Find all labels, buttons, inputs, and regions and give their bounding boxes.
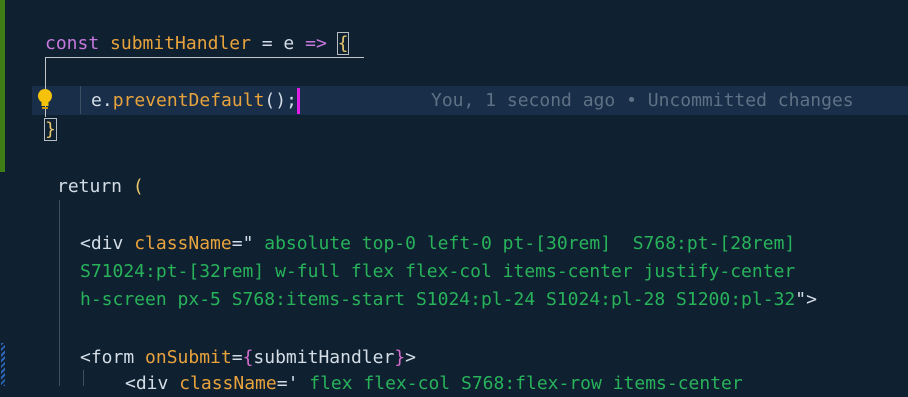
code-line-7[interactable]: h-screen px-5 S768:items-start S1024:pl-… — [80, 287, 817, 313]
code-line-4[interactable]: return ( — [57, 174, 144, 200]
jsx-tag-close: "> — [795, 289, 817, 310]
attr-eq: =" — [231, 233, 254, 254]
bracket-pair-guide-top — [45, 57, 364, 58]
code-line-3[interactable]: } — [44, 117, 57, 143]
jsx-div-open: <div — [125, 373, 180, 394]
code-line-1[interactable]: const submitHandler = e => { — [45, 31, 350, 57]
jsx-brace-close: } — [394, 347, 406, 368]
keyword-const: const — [45, 33, 100, 54]
indent-guide — [59, 200, 60, 386]
handler-ref: submitHandler — [253, 347, 395, 368]
code-line-5[interactable]: <div className=" absolute top-0 left-0 p… — [80, 231, 795, 257]
open-paren: ( — [132, 176, 144, 197]
jsx-brace-open: { — [242, 347, 254, 368]
git-blame-annotation: You, 1 second ago • Uncommitted changes — [431, 90, 854, 111]
matched-brace-open: { — [336, 32, 350, 55]
jsx-form-open: <form — [80, 347, 146, 368]
call-parens: (); — [264, 90, 297, 111]
code-line-9[interactable]: <div className=' flex flex-col S768:flex… — [125, 371, 743, 397]
code-line-8[interactable]: <form onSubmit={submitHandler}> — [80, 345, 416, 371]
jsx-attr-onsubmit: onSubmit — [145, 347, 232, 368]
arrow-operator: => — [305, 33, 327, 54]
classname-value: absolute top-0 left-0 pt-[30rem] S768:pt… — [253, 233, 796, 254]
indent-guide — [83, 370, 84, 386]
lightbulb-icon[interactable] — [36, 88, 54, 112]
indent-guide — [80, 86, 81, 114]
event-object: e. — [91, 90, 113, 111]
function-name: submitHandler — [110, 33, 251, 54]
code-line-2[interactable]: e.preventDefault(); — [91, 88, 300, 114]
jsx-tag-close: > — [405, 347, 416, 368]
keyword-return: return — [57, 176, 123, 197]
git-change-bar-added[interactable] — [0, 0, 5, 172]
jsx-div-open: <div — [80, 233, 135, 254]
text-cursor — [296, 88, 300, 114]
classname-value-end: h-screen px-5 S768:items-start S1024:pl-… — [80, 289, 796, 310]
git-change-bar-modified[interactable] — [1, 343, 5, 386]
method-name: preventDefault — [112, 90, 265, 111]
assign-text: = e — [250, 33, 306, 54]
jsx-attr-classname: className — [134, 233, 232, 254]
matched-brace-close: } — [44, 118, 57, 141]
attr-eq: =' — [276, 373, 299, 394]
classname-value: flex flex-col S768:flex-row items-center — [298, 373, 743, 394]
attr-eq: = — [231, 347, 243, 368]
jsx-attr-classname: className — [179, 373, 277, 394]
code-line-6[interactable]: S71024:pt-[32rem] w-full flex flex-col i… — [80, 259, 795, 285]
